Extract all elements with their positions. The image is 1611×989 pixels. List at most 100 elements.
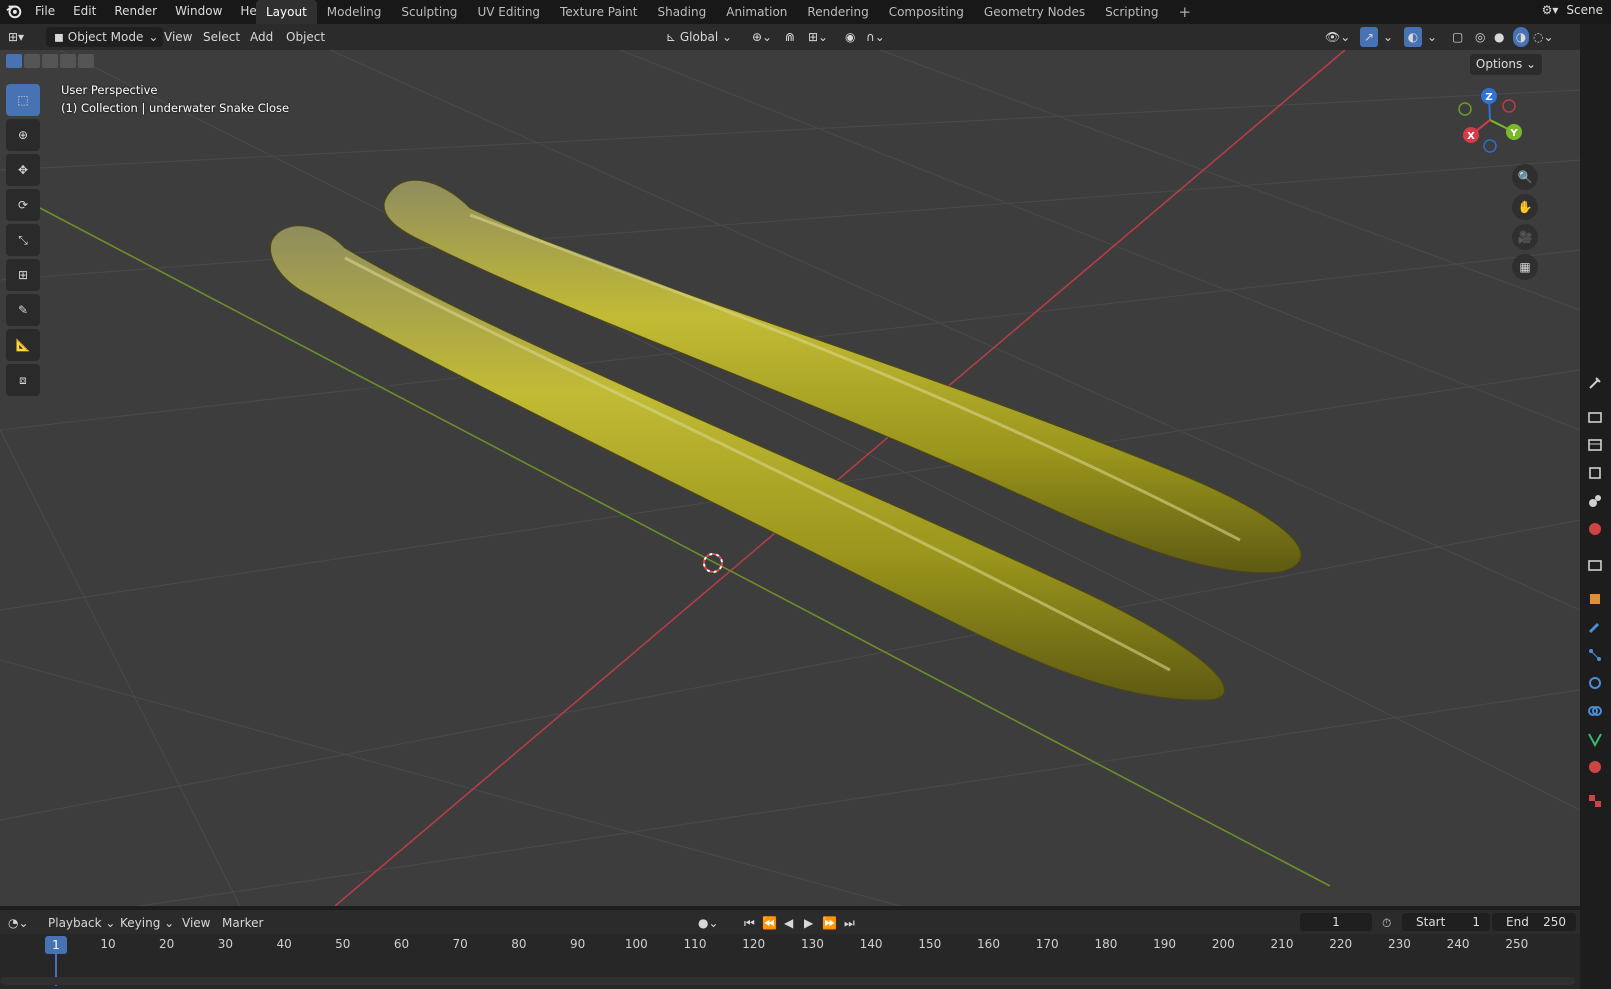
menu-edit[interactable]: Edit (64, 0, 105, 24)
menu-file[interactable]: File (26, 0, 64, 24)
play-reverse-button[interactable]: ◀ (784, 913, 793, 933)
marker-menu[interactable]: Marker (222, 913, 263, 933)
menu-window[interactable]: Window (166, 0, 231, 24)
modifier-properties-icon[interactable] (1586, 618, 1604, 636)
wireframe-shading[interactable]: ◎ (1475, 27, 1485, 47)
end-frame-field[interactable]: End 250 (1492, 913, 1576, 931)
tab-geometry-nodes[interactable]: Geometry Nodes (974, 0, 1095, 24)
overlays-dropdown[interactable]: ⌄ (1427, 27, 1437, 47)
scale-tool[interactable]: ⤡ (6, 224, 40, 256)
play-button[interactable]: ▶ (804, 913, 813, 933)
tab-animation[interactable]: Animation (716, 0, 797, 24)
cursor-tool[interactable]: ⊕ (6, 119, 40, 151)
tab-modeling[interactable]: Modeling (317, 0, 392, 24)
wireframe-sphere-icon: ◎ (1475, 30, 1486, 44)
tab-layout[interactable]: Layout (256, 0, 317, 24)
select-box-tool[interactable]: ⬚ (6, 84, 40, 116)
3d-cursor-icon[interactable] (703, 553, 723, 573)
start-frame-field[interactable]: Start 1 (1402, 913, 1490, 931)
selection-mode-group (6, 54, 94, 68)
output-properties-icon[interactable] (1586, 436, 1604, 454)
timeline-view-menu[interactable]: View (182, 913, 210, 933)
object-properties-icon[interactable] (1586, 590, 1604, 608)
pivot-point-button[interactable]: ⊕⌄ (752, 27, 772, 47)
texture-properties-icon[interactable] (1586, 792, 1604, 810)
snap-toggle[interactable]: ⋒ (785, 27, 795, 47)
navigation-gizmo[interactable]: Z Y X (1458, 88, 1522, 153)
select-new-button[interactable] (6, 54, 22, 68)
ruler-frame-number: 240 (1446, 937, 1470, 951)
solid-shading[interactable]: ● (1494, 27, 1504, 47)
render-properties-icon[interactable] (1586, 408, 1604, 426)
annotate-tool[interactable]: ✎ (6, 294, 40, 326)
perspective-toggle-button[interactable]: ▦ (1512, 254, 1538, 280)
options-dropdown[interactable]: Options ⌄ (1470, 54, 1542, 75)
gizmo-toggle[interactable]: ↗ (1360, 27, 1378, 47)
jump-end-button[interactable]: ⏭ (844, 913, 855, 933)
select-menu[interactable]: Select (203, 27, 240, 47)
visibility-button[interactable]: 👁⌄ (1325, 27, 1350, 47)
preview-range-toggle[interactable]: ⏱ (1382, 913, 1391, 933)
auto-keying-toggle[interactable]: ●⌄ (698, 913, 719, 933)
timeline-area[interactable]: 1 10 20 30 40 50 60 70 80 90 100 110 120 130 140 150 16… (0, 934, 1580, 989)
tab-scripting[interactable]: Scripting (1095, 0, 1168, 24)
view-layer-properties-icon[interactable] (1586, 464, 1604, 482)
collection-properties-icon[interactable] (1586, 556, 1604, 574)
falloff-button[interactable]: ∩⌄ (866, 27, 885, 47)
scene-properties-icon[interactable] (1586, 492, 1604, 510)
3d-viewport[interactable]: Z Y X Options ⌄ 🔍 ✋ 🎥 ▦ (0, 50, 1580, 906)
rotate-tool[interactable]: ⟳ (6, 189, 40, 221)
tab-sculpting[interactable]: Sculpting (391, 0, 467, 24)
viewport-scene: Z Y X (0, 50, 1580, 906)
world-properties-icon[interactable] (1586, 520, 1604, 538)
select-invert-button[interactable] (60, 54, 76, 68)
measure-tool[interactable]: 📐 (6, 329, 40, 361)
rendered-shading[interactable]: ◌⌄ (1533, 27, 1554, 47)
physics-properties-icon[interactable] (1586, 674, 1604, 692)
tool-properties-icon[interactable] (1586, 374, 1604, 392)
tab-rendering[interactable]: Rendering (797, 0, 878, 24)
material-properties-icon[interactable] (1586, 758, 1604, 776)
editor-type-button[interactable]: ⊞▾ (8, 27, 24, 47)
view-menu[interactable]: View (164, 27, 192, 47)
transform-tool[interactable]: ⊞ (6, 259, 40, 291)
add-workspace-button[interactable]: + (1169, 0, 1202, 24)
constraint-properties-icon[interactable] (1586, 702, 1604, 720)
current-frame-field[interactable]: 1 (1300, 913, 1372, 931)
zoom-button[interactable]: 🔍 (1512, 164, 1538, 190)
blender-logo-icon[interactable] (5, 2, 23, 20)
next-keyframe-button[interactable]: ⏩ (822, 913, 837, 933)
gizmo-dropdown[interactable]: ⌄ (1383, 27, 1393, 47)
add-menu[interactable]: Add (250, 27, 273, 47)
particle-properties-icon[interactable] (1586, 646, 1604, 664)
material-shading[interactable]: ◑ (1513, 27, 1529, 47)
orientation-dropdown[interactable]: ⊾ Global ⌄ (666, 27, 732, 47)
camera-view-button[interactable]: 🎥 (1512, 224, 1538, 250)
move-tool[interactable]: ✥ (6, 154, 40, 186)
mode-dropdown[interactable]: ◼ Object Mode ⌄ (46, 27, 164, 47)
pan-button[interactable]: ✋ (1512, 194, 1538, 220)
snap-target-button[interactable]: ⊞⌄ (808, 27, 828, 47)
prev-keyframe-button[interactable]: ⏪ (762, 913, 777, 933)
overlays-toggle[interactable]: ◐ (1404, 27, 1422, 47)
jump-start-button[interactable]: ⏮ (744, 913, 755, 933)
playhead[interactable]: 1 (45, 936, 67, 954)
select-subtract-button[interactable] (42, 54, 58, 68)
tab-compositing[interactable]: Compositing (879, 0, 974, 24)
scene-selector[interactable]: ⚙▾ Scene (1542, 0, 1603, 20)
object-menu[interactable]: Object (286, 27, 325, 47)
playback-menu[interactable]: Playback ⌄ (48, 913, 115, 933)
tab-shading[interactable]: Shading (647, 0, 716, 24)
timeline-editor-type[interactable]: ◔⌄ (8, 913, 29, 933)
select-intersect-button[interactable] (78, 54, 94, 68)
add-cube-tool[interactable]: ⧈ (6, 364, 40, 396)
proportional-edit-toggle[interactable]: ◉ (845, 27, 855, 47)
tab-uv-editing[interactable]: UV Editing (467, 0, 550, 24)
select-extend-button[interactable] (24, 54, 40, 68)
timeline-scrollbar[interactable] (0, 977, 1575, 985)
keying-menu[interactable]: Keying ⌄ (120, 913, 174, 933)
data-properties-icon[interactable] (1586, 730, 1604, 748)
menu-render[interactable]: Render (105, 0, 166, 24)
xray-toggle[interactable]: ▢ (1452, 27, 1463, 47)
tab-texture-paint[interactable]: Texture Paint (550, 0, 647, 24)
